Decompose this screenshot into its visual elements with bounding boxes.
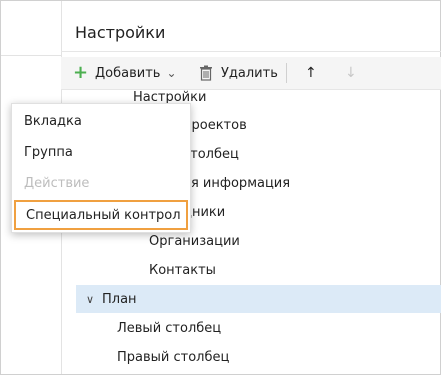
tree-row-label: столбец [183,146,239,162]
arrow-up-icon: ↑ [305,65,317,81]
trash-icon [200,65,212,81]
tree-row[interactable]: столбец [183,140,403,168]
tree-row[interactable]: проектов [183,111,403,139]
menu-item-group[interactable]: Группа [12,137,190,167]
chevron-down-icon[interactable]: ∨ [86,293,102,306]
tree-row[interactable]: Левый столбец [117,314,357,342]
tree-row-label: Контакты [149,262,216,278]
tree-row-label: ая информация [183,175,291,191]
menu-item-label: Специальный контрол [26,207,181,223]
tree-row-label: Правый столбец [117,349,230,365]
add-dropdown-menu: Вкладка Группа Действие Специальный конт… [11,103,191,233]
tree-row-label: Организации [149,233,240,249]
add-button-label: Добавить [95,65,161,81]
menu-item-action: Действие [12,168,190,198]
tree-row[interactable]: Правый столбец [117,343,357,371]
tree-row-label: Левый столбец [117,320,222,336]
menu-item-label: Группа [24,144,73,160]
arrow-down-icon: ↓ [345,65,357,81]
tree-row-selected[interactable]: ∨ План [76,285,441,313]
tree-row[interactable]: ая информация [183,169,403,197]
tree-row-label: проектов [183,117,247,133]
menu-item-label: Действие [24,175,90,191]
menu-item-tab[interactable]: Вкладка [12,106,190,136]
plus-icon: + [73,62,89,83]
toolbar-separator [286,63,287,83]
tree-row[interactable]: дники [183,198,403,226]
chevron-down-icon: ⌄ [166,66,177,80]
delete-button-label: Удалить [221,65,278,81]
page-title: Настройки [75,23,166,42]
tree-row[interactable]: Контакты [149,256,369,284]
menu-item-label: Вкладка [24,113,82,129]
settings-window: Настройки + Добавить ⌄ Удалить ↑ ↓ Настр… [0,0,441,375]
tree-row-label: План [102,291,137,307]
left-panel-divider [1,55,61,56]
title-divider [61,51,441,52]
menu-item-custom-control[interactable]: Специальный контрол [14,200,188,230]
